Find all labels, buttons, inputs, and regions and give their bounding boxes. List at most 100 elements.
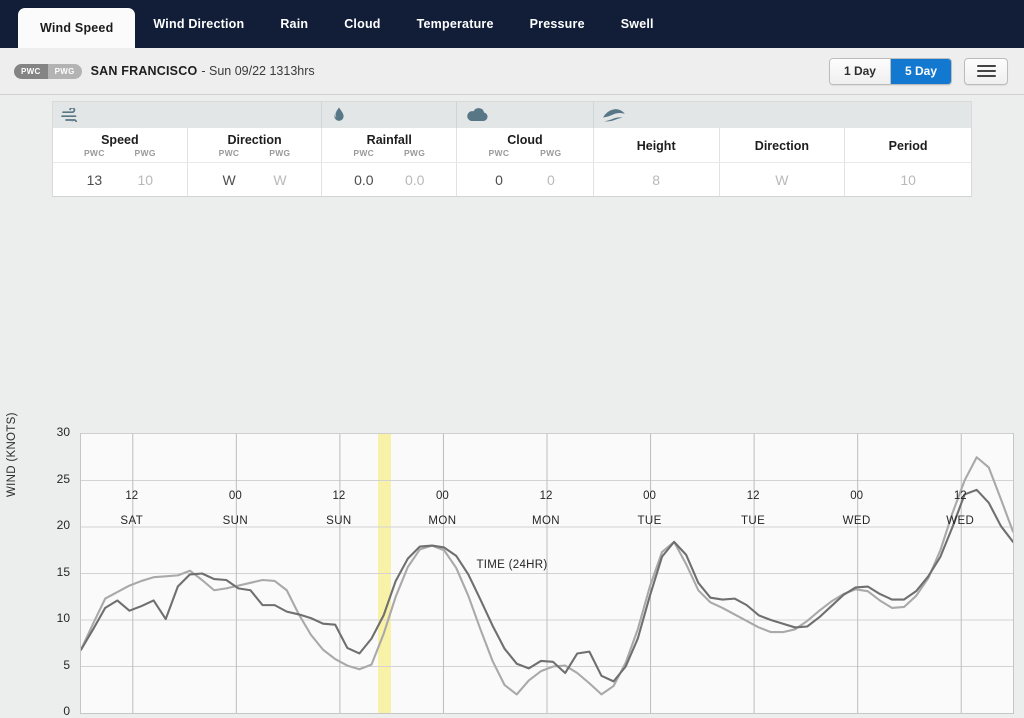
x-tick-hour: 00 [643,490,656,502]
sub-pwg-speed: PWG [134,148,156,158]
x-tick-day: WED [842,515,871,527]
main-tab-bar: Wind Speed Wind Direction Rain Cloud Tem… [0,0,1024,48]
pwc-badge: PWC [14,63,48,79]
tab-pressure[interactable]: Pressure [512,0,603,48]
location-bar: PWC PWG SAN FRANCISCO - Sun 09/22 1313hr… [0,48,1024,95]
x-axis-label: TIME (24HR) [476,559,548,571]
wind-speed-chart: WIND (KNOTS) 0 5 10 15 20 25 30 12 SAT 00 SUN 12 SU… [0,197,1024,718]
wind-icon [61,108,78,122]
day-range-toggle: 1 Day 5 Day [828,57,952,85]
x-tick-hour: 00 [850,490,864,502]
x-tick-day: TUE [741,515,766,527]
x-tick-label: 12 SAT [102,490,162,527]
forecast-timestamp: - Sun 09/22 1313hrs [201,64,315,78]
value-cell-swell-direction: W [719,163,846,196]
x-tick-day: SAT [120,515,144,527]
col-header-speed: Speed PWC PWG [53,128,188,162]
x-tick-hour: 12 [953,490,967,502]
col-header-swell-direction: Direction [719,128,846,162]
value-speed-pwc: 13 [86,171,103,188]
tab-wind-direction[interactable]: Wind Direction [135,0,262,48]
x-tick-label: 00 WED [827,490,887,527]
sub-pwc-cloud: PWC [488,148,510,158]
col-header-cloud: Cloud PWC PWG [457,128,594,162]
col-label-swell-period: Period [888,139,928,153]
value-cloud-pwg: 0 [546,171,555,188]
sub-pwg-winddir: PWG [269,148,291,158]
chart-canvas [81,434,1013,713]
value-winddir-pwg: W [273,171,287,188]
col-label-speed: Speed [101,133,139,147]
col-header-swell-period: Period [845,128,971,162]
tab-cloud[interactable]: Cloud [326,0,398,48]
menu-bar-1 [976,65,996,67]
wind-icon-cell [53,102,323,128]
sub-pwg-rain: PWG [403,148,426,158]
col-header-rainfall: Rainfall PWC PWG [322,128,458,162]
x-tick-label: 00 MON [412,490,472,527]
value-swell-period: 10 [900,171,916,188]
x-tick-day: MON [531,515,561,527]
sub-pwc-rain: PWC [353,148,375,158]
y-tick-label: 5 [63,657,70,672]
value-rain-pwg: 0.0 [404,171,425,188]
sub-pwc-winddir: PWC [218,148,240,158]
swell-wave-icon [602,109,625,122]
x-tick-label: 12 WED [930,490,990,527]
y-axis-ticks: 0 5 10 15 20 25 30 [12,197,70,718]
value-speed-pwg: 10 [137,171,154,188]
value-cell-swell-period: 10 [845,163,972,196]
value-cell-rainfall: 0.0 0.0 [322,163,458,196]
value-swell-direction: W [775,171,789,188]
x-tick-hour: 00 [228,490,242,502]
raindrop-icon [334,107,345,121]
x-tick-label: 12 MON [516,490,576,527]
value-swell-height: 8 [652,171,661,188]
five-day-button[interactable]: 5 Day [889,58,951,84]
sub-pwc-speed: PWC [83,148,105,158]
x-tick-label: 00 SUN [205,490,265,527]
x-tick-day: MON [428,515,457,527]
col-label-swell-direction: Direction [754,139,809,153]
model-legend-pill: PWC PWG [14,63,82,79]
x-tick-day: TUE [637,515,662,527]
value-cell-cloud: 0 0 [457,163,594,196]
view-controls: 1 Day 5 Day [828,57,1008,85]
col-header-swell-height: Height [593,128,720,162]
x-tick-hour: 12 [746,490,760,502]
col-label-cloud: Cloud [507,133,543,147]
sub-pwg-cloud: PWG [540,148,562,158]
x-tick-day: SUN [222,515,249,527]
value-cell-wind-direction: W W [187,163,323,196]
tab-swell[interactable]: Swell [603,0,672,48]
swell-wave-icon-cell [594,102,971,128]
col-header-wind-direction: Direction PWC PWG [187,128,323,162]
col-label-swell-height: Height [636,139,676,153]
tab-wind-speed[interactable]: Wind Speed [18,8,136,48]
tab-temperature[interactable]: Temperature [399,0,512,48]
value-winddir-pwc: W [222,171,236,188]
col-label-rainfall: Rainfall [366,133,412,147]
raindrop-icon-cell [322,102,458,128]
x-tick-day: SUN [326,515,352,527]
x-tick-hour: 00 [436,490,449,502]
y-tick-label: 20 [56,518,70,532]
hamburger-menu-icon[interactable] [964,57,1008,85]
menu-bar-3 [976,75,996,77]
value-cell-speed: 13 10 [53,163,188,196]
table-icon-row [53,102,971,128]
x-tick-label: 12 SUN [309,490,369,527]
table-header-row: Speed PWC PWG Direction PWC PWG Rainfall… [53,128,971,162]
x-tick-hour: 12 [332,490,346,502]
summary-table-wrap: Speed PWC PWG Direction PWC PWG Rainfall… [0,95,1024,197]
x-tick-hour: 12 [539,490,553,502]
tab-rain[interactable]: Rain [262,0,326,48]
x-tick-label: 00 TUE [620,490,680,527]
y-tick-label: 25 [56,471,70,486]
value-cell-swell-height: 8 [593,163,720,196]
value-cloud-pwc: 0 [495,171,503,188]
value-rain-pwc: 0.0 [354,171,374,188]
x-tick-day: WED [946,515,975,527]
table-value-row: 13 10 W W 0.0 0.0 0 0 8 W 10 [53,162,972,196]
one-day-button[interactable]: 1 Day [829,58,890,84]
